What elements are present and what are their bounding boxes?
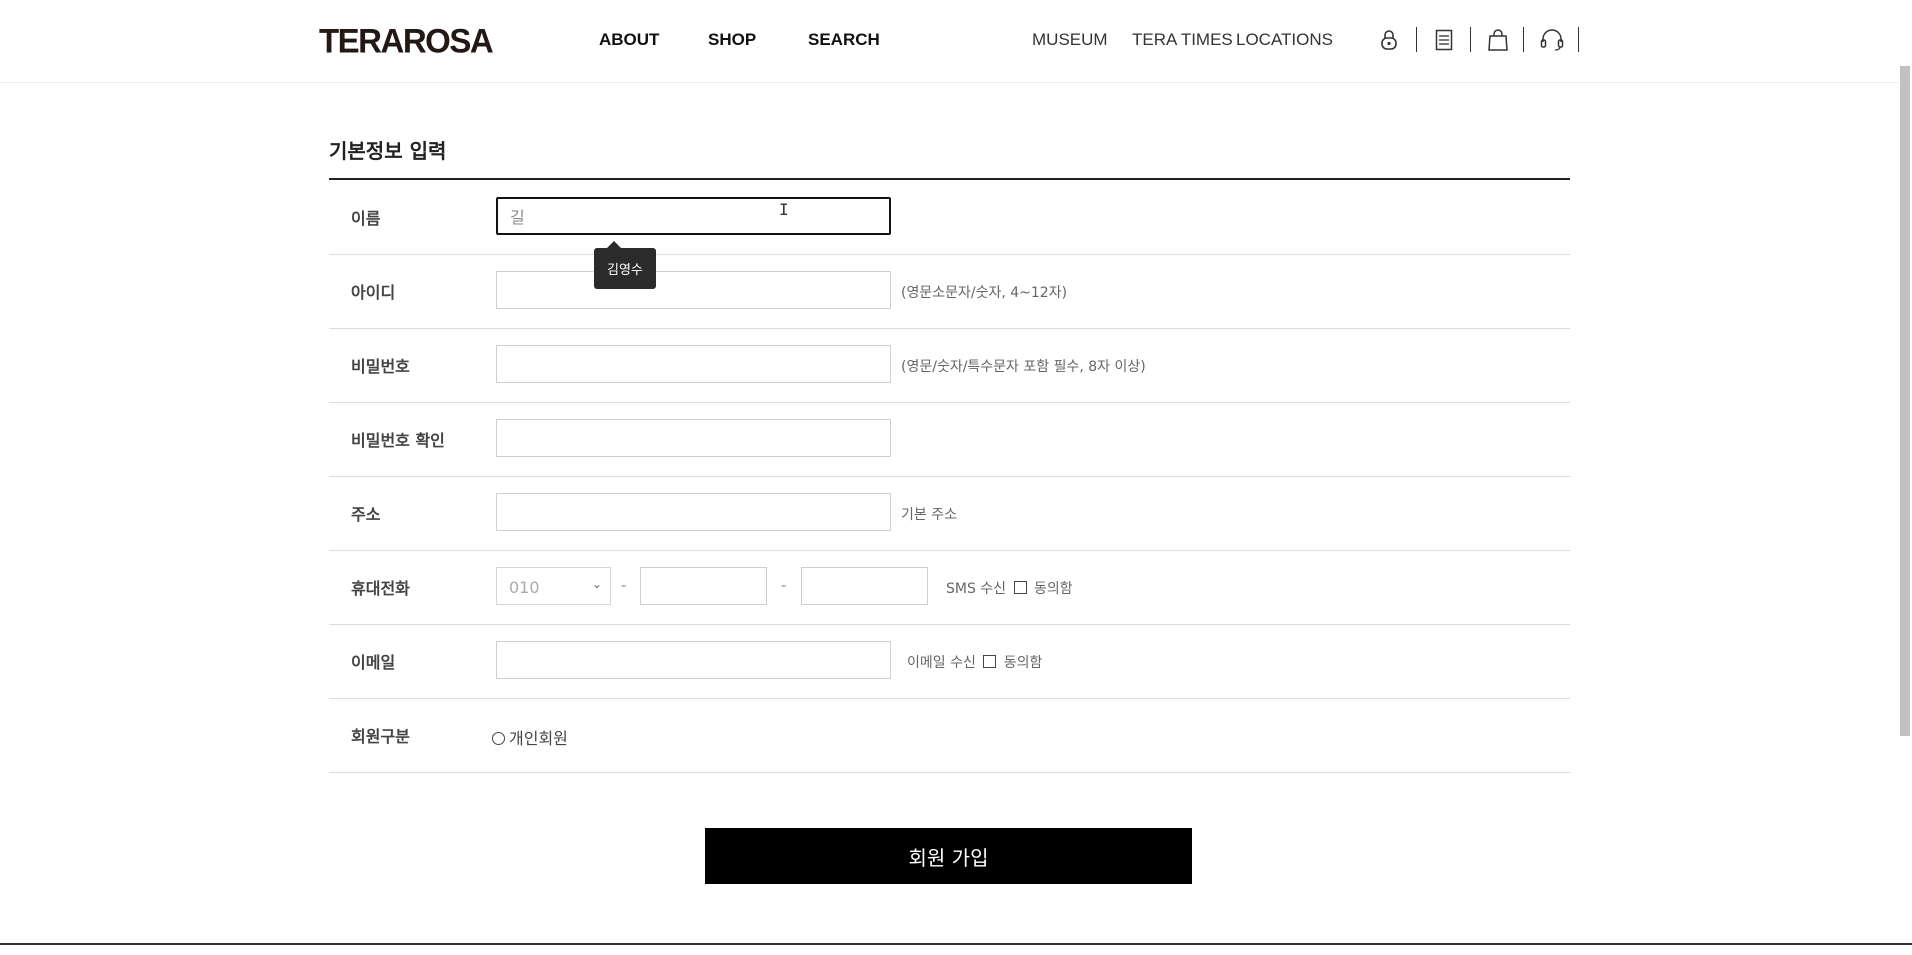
header-divider: [1416, 27, 1417, 52]
email-agree-label: 동의함: [1003, 655, 1043, 671]
id-hint: (영문소문자/숫자, 4~12자): [901, 285, 1068, 301]
phone-label: 휴대전화: [351, 579, 410, 598]
nav-about[interactable]: ABOUT: [599, 30, 659, 50]
phone-middle-input[interactable]: [640, 567, 767, 605]
shopping-bag-icon[interactable]: [1484, 26, 1512, 54]
sms-consent-label: SMS 수신: [946, 581, 1007, 597]
id-input[interactable]: [496, 271, 891, 309]
phone-last-input[interactable]: [801, 567, 928, 605]
signup-button[interactable]: 회원 가입: [705, 828, 1192, 884]
nav-locations[interactable]: LOCATIONS: [1236, 30, 1333, 50]
id-row: 아이디 (영문소문자/숫자, 4~12자): [329, 255, 1570, 329]
phone-dash: -: [781, 576, 787, 594]
phone-dash: -: [621, 576, 627, 594]
footer-divider: [0, 943, 1912, 945]
header-divider: [1578, 27, 1579, 52]
email-input[interactable]: [496, 641, 891, 679]
headset-icon[interactable]: [1538, 26, 1566, 54]
personal-member-radio[interactable]: [492, 732, 505, 745]
header-divider: [1470, 27, 1471, 52]
receipt-icon[interactable]: [1430, 26, 1458, 54]
address-row: 주소 기본 주소: [329, 477, 1570, 551]
password-confirm-input[interactable]: [496, 419, 891, 457]
address-hint: 기본 주소: [901, 507, 957, 523]
personal-member-label: 개인회원: [509, 729, 568, 748]
sms-consent: SMS 수신 동의함: [946, 578, 1073, 598]
email-consent-checkbox[interactable]: [983, 655, 997, 668]
title-divider: [329, 178, 1570, 180]
member-type-row: 회원구분 개인회원: [329, 699, 1570, 773]
text-cursor-icon: I: [779, 200, 789, 219]
password-label: 비밀번호: [351, 357, 410, 376]
password-row: 비밀번호 (영문/숫자/특수문자 포함 필수, 8자 이상): [329, 329, 1570, 403]
email-label: 이메일: [351, 653, 396, 672]
sms-consent-checkbox[interactable]: [1013, 581, 1027, 594]
name-input[interactable]: [496, 197, 891, 235]
section-title: 기본정보 입력: [329, 139, 447, 163]
chevron-down-icon: ⌄: [591, 577, 602, 591]
member-type-label: 회원구분: [351, 727, 410, 746]
id-label: 아이디: [351, 283, 396, 302]
address-label: 주소: [351, 505, 381, 524]
scrollbar-thumb[interactable]: [1900, 66, 1910, 736]
lock-icon[interactable]: [1375, 26, 1403, 54]
nav-shop[interactable]: SHOP: [708, 30, 756, 50]
member-type-option[interactable]: 개인회원: [492, 725, 568, 749]
phone-row: 휴대전화 010 ⌄ - - SMS 수신 동의함: [329, 551, 1570, 625]
autocomplete-tooltip[interactable]: 김영수: [594, 241, 656, 289]
name-label: 이름: [351, 209, 381, 228]
password-confirm-row: 비밀번호 확인: [329, 403, 1570, 477]
password-confirm-label: 비밀번호 확인: [351, 431, 445, 450]
email-consent: 이메일 수신 동의함: [907, 652, 1042, 672]
address-input[interactable]: [496, 493, 891, 531]
nav-search[interactable]: SEARCH: [808, 30, 880, 50]
header-divider: [1523, 27, 1524, 52]
name-row: 이름: [329, 181, 1570, 255]
sms-agree-label: 동의함: [1033, 581, 1073, 597]
phone-prefix-select[interactable]: 010 ⌄: [496, 567, 611, 605]
site-header: TERAROSA ABOUT SHOP SEARCH MUSEUM TERA T…: [0, 0, 1912, 83]
password-input[interactable]: [496, 345, 891, 383]
nav-museum[interactable]: MUSEUM: [1032, 30, 1108, 50]
password-hint: (영문/숫자/특수문자 포함 필수, 8자 이상): [901, 359, 1146, 375]
nav-tera-times[interactable]: TERA TIMES: [1132, 30, 1233, 50]
logo[interactable]: TERAROSA: [319, 21, 494, 61]
phone-prefix-value: 010: [509, 578, 540, 597]
email-row: 이메일 이메일 수신 동의함: [329, 625, 1570, 699]
scrollbar[interactable]: [1898, 0, 1912, 955]
email-consent-label: 이메일 수신: [907, 655, 976, 671]
